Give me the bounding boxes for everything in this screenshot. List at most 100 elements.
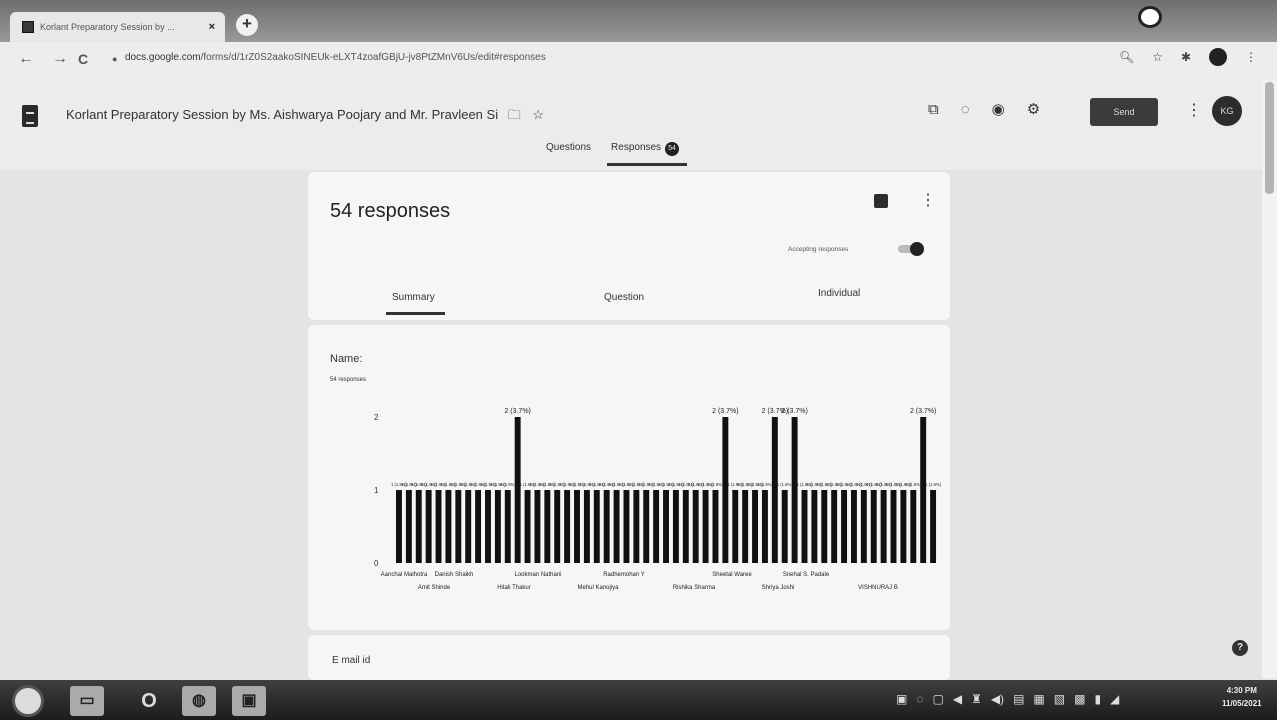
tray-app-icon[interactable]: ♜ xyxy=(971,692,982,706)
subtab-individual[interactable]: Individual xyxy=(818,288,860,299)
responses-summary-card: 54 responses ⋮ Accepting responses Summa… xyxy=(308,172,950,320)
bar xyxy=(544,490,551,563)
form-title[interactable]: Korlant Preparatory Session by Ms. Aishw… xyxy=(66,106,544,128)
menu-icon[interactable]: ⋮ xyxy=(1245,50,1257,64)
browser-tab[interactable]: Korlant Preparatory Session by ... × xyxy=(10,12,225,42)
bar xyxy=(574,490,580,563)
tab-responses[interactable]: Responses 54 xyxy=(607,142,688,166)
x-tick-label: Aanchal Malhotra xyxy=(381,572,428,578)
subtab-summary[interactable]: Summary xyxy=(386,292,445,315)
subtab-question[interactable]: Question xyxy=(604,292,644,303)
bar xyxy=(593,490,600,563)
back-icon[interactable]: ← xyxy=(18,50,34,68)
tray-app-icon[interactable]: ◌ xyxy=(916,692,923,706)
bar xyxy=(455,490,462,563)
media-app-icon[interactable]: ▣ xyxy=(232,686,266,716)
volume-icon[interactable]: ◀) xyxy=(991,692,1004,706)
bar xyxy=(603,490,610,563)
bar xyxy=(485,490,491,563)
taskbar-clock[interactable]: 4:30 PM 11/05/2021 xyxy=(1222,684,1262,710)
tray-app-icon[interactable]: ▣ xyxy=(896,692,907,706)
name-bar-chart: 0 1 2 1 (1.9%) 1 (1.9%) 1 (1.9%) 1 (1.9%) 1 (1.… xyxy=(374,408,942,591)
palette-icon[interactable]: ◌ xyxy=(961,101,970,118)
addons-icon[interactable]: ⧉ xyxy=(928,101,939,118)
tray-app-icon[interactable]: ▦ xyxy=(1033,692,1044,706)
forms-header: Korlant Preparatory Session by Ms. Aishw… xyxy=(0,80,1262,170)
url-field[interactable]: docs.google.com/forms/d/1rZ0S2aakoSINEUk… xyxy=(125,52,546,63)
bar xyxy=(514,417,521,563)
bar xyxy=(494,490,501,563)
bar xyxy=(722,417,729,563)
x-tick-label: Hitali Thakur xyxy=(497,585,531,591)
file-explorer-icon[interactable]: ▭ xyxy=(70,686,104,716)
bar xyxy=(663,490,669,563)
tray-app-icon[interactable]: ▩ xyxy=(1074,692,1085,706)
settings-gear-icon[interactable]: ⚙ xyxy=(1027,100,1040,118)
tray-app-icon[interactable]: ▢ xyxy=(932,692,943,706)
tray-app-icon[interactable]: ◀ xyxy=(953,692,962,706)
profile-window-icon[interactable] xyxy=(1138,6,1162,28)
bar xyxy=(811,490,818,563)
bar xyxy=(415,490,422,563)
star-icon[interactable]: ☆ xyxy=(532,107,544,122)
send-button[interactable]: Send xyxy=(1090,98,1158,126)
forward-icon[interactable]: → xyxy=(52,50,68,68)
reload-icon[interactable]: C xyxy=(78,51,88,67)
data-label: 1 (1.9%) xyxy=(905,482,921,487)
more-options-icon[interactable]: ⋮ xyxy=(1186,100,1202,120)
y-tick-label: 0 xyxy=(374,559,379,568)
extensions-icon[interactable]: ✱ xyxy=(1181,50,1191,64)
bar xyxy=(742,490,749,563)
bar xyxy=(623,490,630,563)
search-icon[interactable]: 🔍︎ xyxy=(1119,50,1134,64)
x-tick-label: Lookman Nathani xyxy=(514,572,561,578)
accepting-responses-toggle[interactable] xyxy=(898,242,926,256)
sheets-icon[interactable] xyxy=(874,194,888,208)
preview-eye-icon[interactable]: ◉ xyxy=(992,100,1005,118)
browser-tab-strip: Korlant Preparatory Session by ... × + xyxy=(0,0,1277,42)
bar xyxy=(791,417,798,563)
scrollbar-thumb[interactable] xyxy=(1265,82,1274,194)
lock-icon[interactable]: ● xyxy=(112,54,117,64)
tray-app-icon[interactable]: ▤ xyxy=(1013,692,1024,706)
tab-close-icon[interactable]: × xyxy=(209,21,215,33)
x-tick-label: Mehul Kanojiya xyxy=(577,585,619,591)
page-scrollbar[interactable] xyxy=(1262,80,1277,678)
new-tab-button[interactable]: + xyxy=(236,14,258,36)
chrome-taskbar-icon[interactable]: ◍ xyxy=(182,686,216,716)
responses-count-badge: 54 xyxy=(665,142,680,156)
address-bar: ← → C ● docs.google.com/forms/d/1rZ0S2aa… xyxy=(0,42,1277,80)
avatar[interactable]: KG xyxy=(1212,96,1242,126)
responses-more-icon[interactable]: ⋮ xyxy=(920,190,936,210)
opera-icon[interactable]: O xyxy=(132,686,166,716)
bar xyxy=(445,490,452,563)
start-button[interactable] xyxy=(12,685,44,717)
name-question-card: Name: 54 responses 0121 (1.9%) 1 (1.9%) 1 … xyxy=(308,325,950,630)
bar xyxy=(860,490,867,563)
forms-logo-icon[interactable] xyxy=(22,105,38,127)
clock-time: 4:30 PM xyxy=(1226,686,1257,695)
folder-icon[interactable]: 🗀 xyxy=(508,107,521,122)
profile-icon[interactable] xyxy=(1209,48,1227,66)
bar xyxy=(712,490,719,563)
forms-favicon-icon xyxy=(22,21,34,33)
bar xyxy=(801,490,808,563)
bar xyxy=(613,490,620,563)
star-icon[interactable]: ☆ xyxy=(1152,50,1163,64)
network-icon[interactable]: ◢ xyxy=(1110,692,1119,706)
tab-questions[interactable]: Questions xyxy=(546,142,591,166)
bar xyxy=(425,490,432,563)
bar xyxy=(910,490,917,563)
x-tick-label: Shriya Joshi xyxy=(762,585,795,591)
bar xyxy=(761,490,768,563)
question-title: E mail id xyxy=(332,655,371,666)
help-icon[interactable]: ? xyxy=(1232,640,1248,656)
battery-icon[interactable]: ▮ xyxy=(1094,692,1101,706)
responses-count-title: 54 responses xyxy=(330,200,451,222)
tray-app-icon[interactable]: ▧ xyxy=(1054,692,1065,706)
bar xyxy=(475,490,482,563)
x-tick-label: VISHNURAJ B xyxy=(858,585,898,591)
x-tick-label: Rishika Sharma xyxy=(673,585,716,591)
bar xyxy=(850,490,857,563)
bar xyxy=(930,490,937,563)
